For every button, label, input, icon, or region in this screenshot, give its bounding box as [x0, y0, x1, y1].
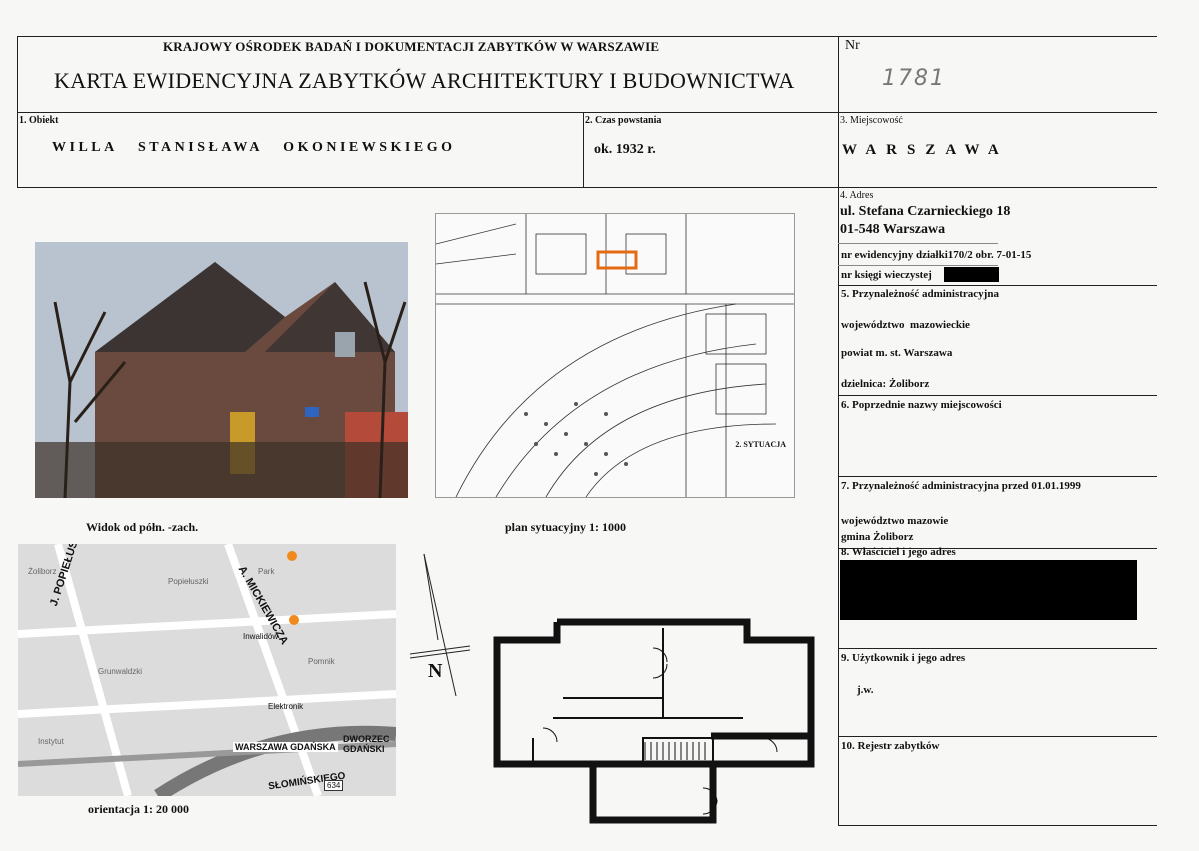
adres-line1: ul. Stefana Czarnieckiego 18: [840, 204, 1011, 219]
nr-value: 1781: [882, 66, 946, 91]
right-line-uzytkownik: [838, 648, 1157, 649]
svg-text:Instytut: Instytut: [38, 737, 65, 746]
right-line-poprzednie: [838, 476, 1157, 477]
divider-czas: [583, 112, 584, 188]
wlasciciel-label: 8. Właściciel i jego adres: [841, 546, 956, 558]
uzytkownik-label: 9. Użytkownik i jego adres: [841, 652, 966, 664]
uzytkownik-value: j.w.: [857, 684, 874, 696]
right-line-sub1: [838, 243, 998, 244]
situation-plan: 2. SYTUACJA: [435, 213, 795, 498]
right-line-bottom: [838, 825, 1157, 826]
svg-text:Park: Park: [258, 567, 275, 576]
nr-label: Nr: [845, 38, 860, 53]
situation-plan-drawing: [435, 214, 794, 498]
gmina-przed: gmina Żoliborz: [841, 531, 914, 543]
redacted-wlasciciel: [840, 560, 1137, 620]
sytuacja-label: 2. SYTUACJA: [735, 440, 786, 449]
floor-plan: [493, 618, 815, 824]
obiekt-value: WILLA STANISŁAWA OKONIEWSKIEGO: [52, 140, 456, 155]
orientation-map: Żoliborz Popiełuszki Park Grunwaldzki Inst…: [18, 544, 396, 796]
map-caption: orientacja 1: 20 000: [88, 802, 189, 816]
floor-plan-drawing: [493, 618, 815, 824]
villa-photo: [35, 242, 408, 499]
row1-bottom: [17, 187, 1157, 188]
svg-text:Grunwaldzki: Grunwaldzki: [98, 667, 142, 676]
miejscowosc-value: WARSZAWA: [842, 142, 1009, 158]
czas-value: ok. 1932 r.: [594, 142, 656, 157]
obiekt-label: 1. Obiekt: [19, 115, 59, 126]
poprzednie-label: 6. Poprzednie nazwy miejscowości: [841, 399, 1002, 411]
redacted-ksiegi: [944, 267, 999, 282]
nr-ksiegi: nr księgi wieczystej: [841, 269, 932, 281]
right-line-rejestr: [838, 736, 1157, 737]
right-line-dzielnica: [838, 395, 1157, 396]
czas-label: 2. Czas powstania: [585, 115, 662, 126]
institution-name: KRAJOWY OŚRODEK BADAŃ I DOKUMENTACJI ZAB…: [163, 39, 660, 54]
powiat: powiat m. st. Warszawa: [841, 347, 953, 359]
orientation-map-drawing: Żoliborz Popiełuszki Park Grunwaldzki Inst…: [18, 544, 396, 796]
svg-text:Pomnik: Pomnik: [308, 657, 336, 666]
villa-photo-drawing: [35, 242, 408, 499]
plan-caption: plan sytuacyjny 1: 1000: [505, 520, 627, 534]
map-label-inwalidow: Inwalidów: [243, 632, 279, 641]
north-arrow: N: [408, 550, 472, 700]
woj-przed: województwo mazowie: [841, 515, 949, 527]
divider-right: [838, 36, 839, 826]
map-label-634: 634: [324, 780, 344, 791]
miejscowosc-label: 3. Miejscowość: [840, 115, 903, 126]
right-line-sub2: [838, 265, 998, 266]
header-bottom: [17, 112, 1157, 113]
wojewodztwo: województwo mazowieckie: [841, 319, 970, 331]
map-label-gdanska: WARSZAWA GDAŃSKA: [233, 742, 338, 752]
north-label: N: [428, 660, 443, 682]
svg-text:Żoliborz: Żoliborz: [28, 567, 56, 576]
right-line-ksiegi: [838, 285, 1157, 286]
adres-label: 4. Adres: [840, 190, 874, 201]
frame-top: [17, 36, 1157, 37]
card-title: KARTA EWIDENCYJNA ZABYTKÓW ARCHITEKTURY …: [54, 68, 795, 93]
nr-dzialki: nr ewidencyjny działki170/2 obr. 7-01-15: [841, 249, 1032, 261]
photo-caption: Widok od półn. -zach.: [86, 520, 199, 534]
przynaleznosc-label: 5. Przynależność administracyjna: [841, 288, 999, 300]
adres-line2: 01-548 Warszawa: [840, 222, 946, 237]
rejestr-label: 10. Rejestr zabytków: [841, 740, 940, 752]
map-label-elektronik: Elektronik: [268, 702, 304, 711]
dzielnica: dzielnica: Żoliborz: [841, 378, 930, 390]
svg-text:Popiełuszki: Popiełuszki: [168, 577, 209, 586]
map-label-dworzec: DWORZEC GDAŃSKI: [343, 734, 390, 754]
przed1999-label: 7. Przynależność administracyjna przed 0…: [841, 480, 1081, 492]
